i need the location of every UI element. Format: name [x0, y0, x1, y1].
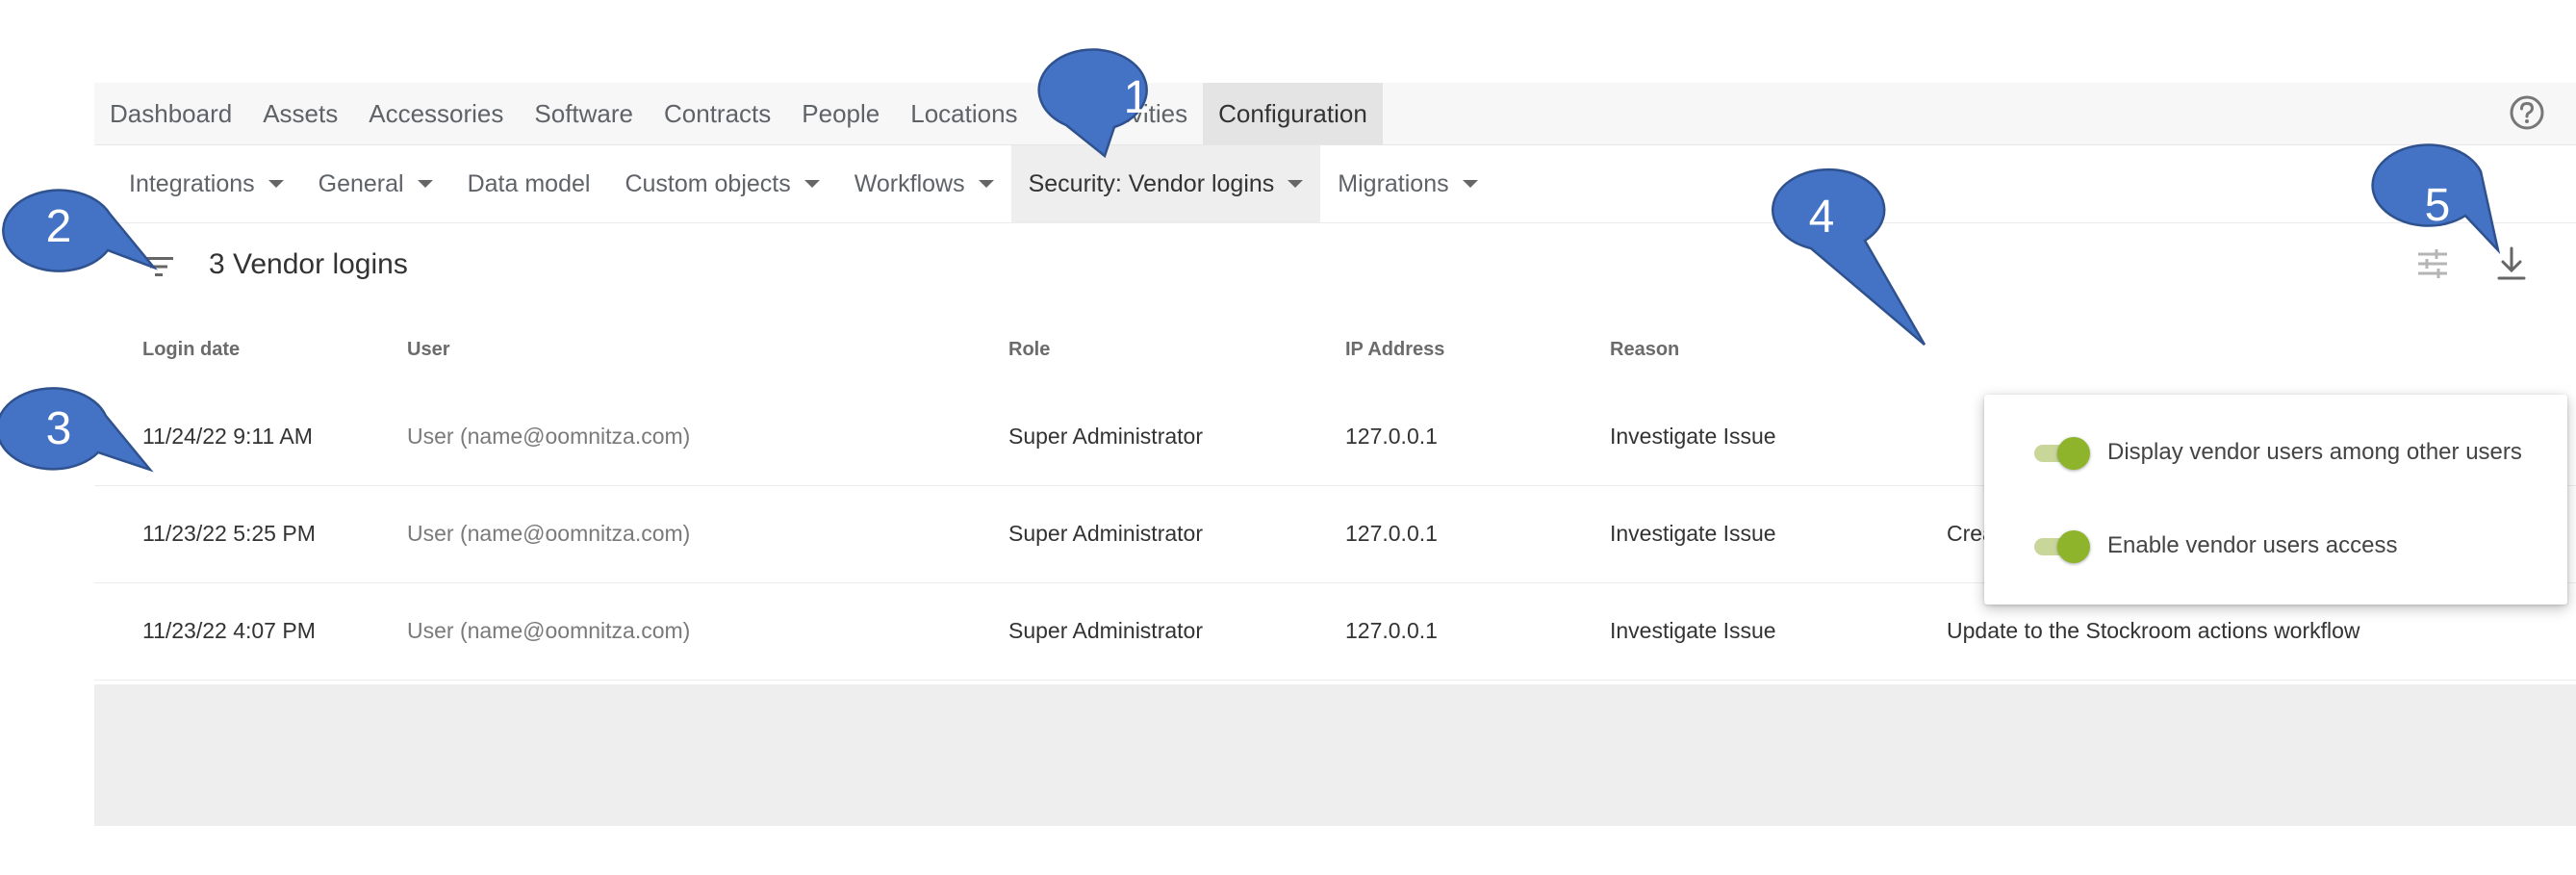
callout-number-1: 1: [1123, 72, 1150, 123]
callout-number-4: 4: [1808, 192, 1835, 243]
callout-number-5: 5: [2424, 180, 2451, 231]
callout-number-3: 3: [45, 403, 72, 454]
callout-number-2: 2: [45, 201, 72, 252]
annotation-overlay: [0, 48, 2501, 473]
